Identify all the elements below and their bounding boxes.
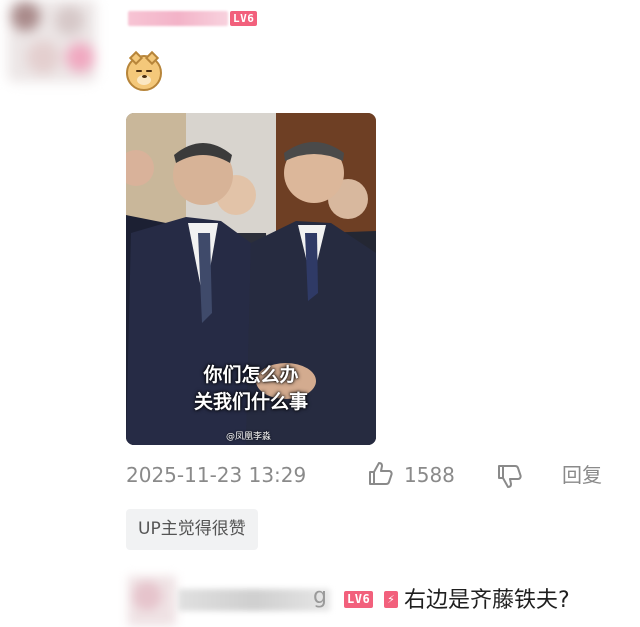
commenter-avatar[interactable]	[8, 0, 96, 82]
comment-timestamp: 2025-11-23 13:29	[126, 463, 307, 487]
doge-emoji-icon	[126, 50, 162, 91]
reply-text: 右边是齐藤铁夫?	[404, 588, 570, 613]
image-watermark: @凤凰李淼	[226, 432, 272, 442]
reply-avatar[interactable]	[128, 576, 176, 626]
reply-username[interactable]	[178, 589, 330, 611]
reply-button[interactable]: 回复	[562, 461, 602, 489]
level-badge: LV6	[230, 11, 258, 26]
thumbs-up-icon[interactable]	[366, 460, 394, 492]
up-liked-tag: UP主觉得很赞	[126, 509, 258, 550]
image-caption-line1: 你们怎么办	[203, 364, 299, 386]
reply-username-visible-char: g	[313, 584, 327, 609]
like-count: 1588	[404, 463, 455, 487]
image-caption-line2: 关我们什么事	[193, 391, 308, 413]
comment-image[interactable]: 你们怎么办 关我们什么事 @凤凰李淼	[126, 113, 376, 445]
commenter-username[interactable]	[128, 11, 228, 26]
reply-level-badge: LV6	[344, 591, 374, 608]
thumbs-down-icon[interactable]	[495, 462, 523, 494]
lightning-icon: ⚡	[384, 591, 398, 608]
